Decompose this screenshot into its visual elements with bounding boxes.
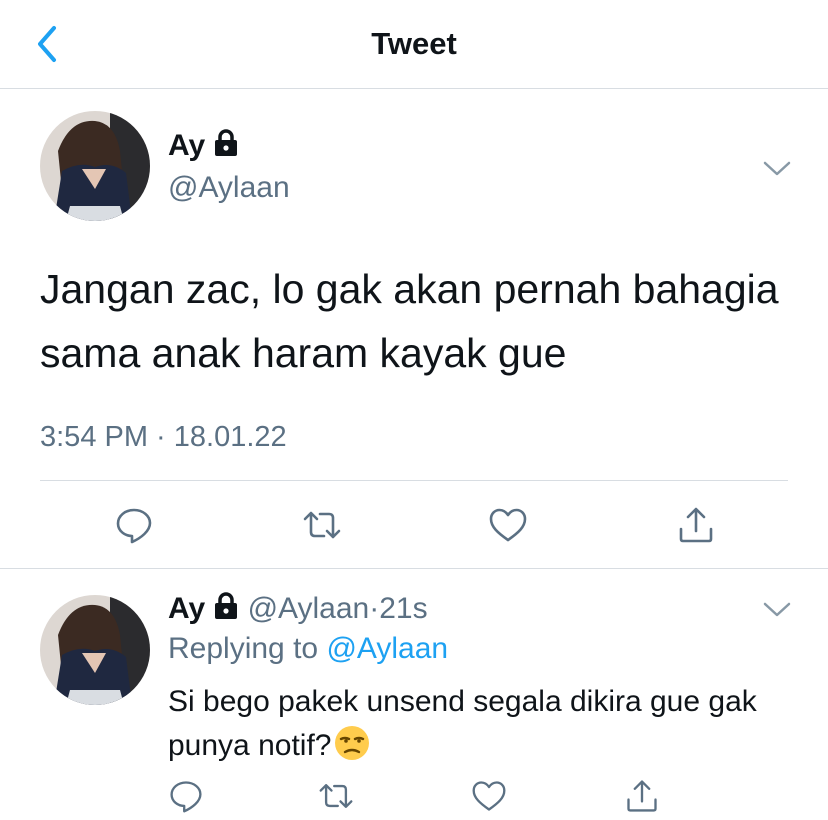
user-handle[interactable]: @Aylaan [248, 592, 370, 625]
retweet-button[interactable] [318, 778, 354, 814]
separator-dot: · [369, 592, 380, 625]
like-button[interactable] [488, 505, 528, 545]
retweet-icon [319, 784, 353, 808]
share-button[interactable] [624, 778, 660, 814]
avatar[interactable] [40, 111, 150, 221]
like-button[interactable] [471, 778, 507, 814]
chevron-down-icon [763, 161, 791, 176]
reply-button[interactable] [168, 778, 204, 814]
replying-to: Replying to @Aylaan [168, 632, 449, 665]
user-handle[interactable]: @Aylaan [168, 171, 290, 205]
unamused-face-emoji [335, 726, 370, 760]
top-bar: Tweet [0, 0, 828, 89]
reply-button[interactable] [114, 505, 154, 545]
chevron-down-icon [763, 602, 791, 617]
retweet-button[interactable] [302, 505, 342, 545]
display-name[interactable]: Ay [168, 129, 239, 163]
heart-icon [489, 508, 527, 542]
replying-to-link[interactable]: @Aylaan [326, 632, 448, 665]
more-options-button[interactable] [762, 600, 792, 620]
retweet-icon [303, 511, 341, 539]
divider [40, 480, 788, 481]
share-button[interactable] [676, 505, 716, 545]
tweet-time[interactable]: 21s [379, 592, 427, 625]
reply-tweet[interactable]: Ay @Aylaan·21s Replying to @Aylaan Si be… [0, 570, 828, 820]
page-title: Tweet [371, 26, 457, 61]
reply-header: Ay @Aylaan·21s [168, 592, 428, 626]
comment-icon [170, 781, 202, 813]
display-name[interactable]: Ay [168, 592, 205, 625]
lock-icon [215, 592, 238, 619]
share-icon [679, 507, 713, 543]
more-options-button[interactable] [762, 159, 792, 179]
comment-icon [116, 508, 152, 544]
heart-icon [472, 781, 506, 811]
main-tweet: Ay @Aylaan Jangan zac, lo gak akan perna… [0, 89, 828, 569]
share-icon [627, 780, 657, 812]
lock-icon [215, 129, 238, 156]
tweet-text: Si bego pakek unsend segala dikira gue g… [168, 685, 757, 762]
tweet-text: Jangan zac, lo gak akan pernah bahagia s… [40, 266, 779, 376]
tweet-timestamp[interactable]: 3:54 PM · 18.01.22 [40, 421, 287, 454]
avatar[interactable] [40, 595, 150, 705]
